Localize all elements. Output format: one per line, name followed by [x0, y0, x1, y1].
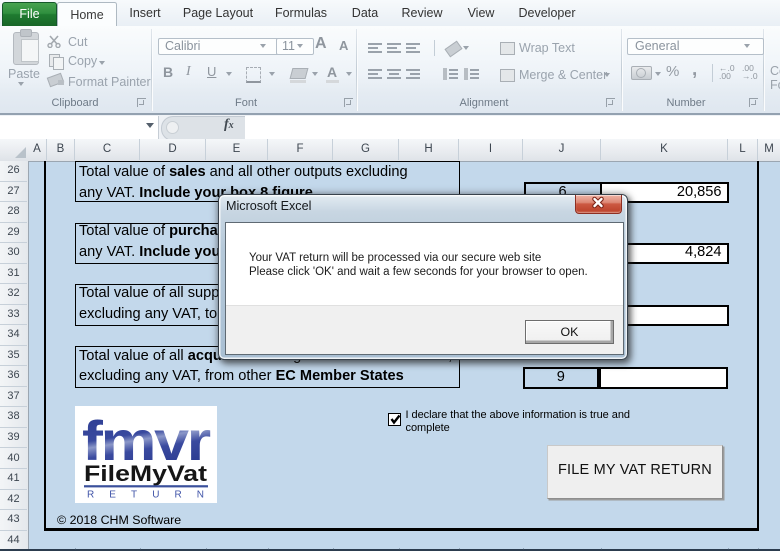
- svg-text:RETURN: RETURN: [87, 490, 204, 501]
- svg-text:FileMyVat: FileMyVat: [84, 461, 208, 486]
